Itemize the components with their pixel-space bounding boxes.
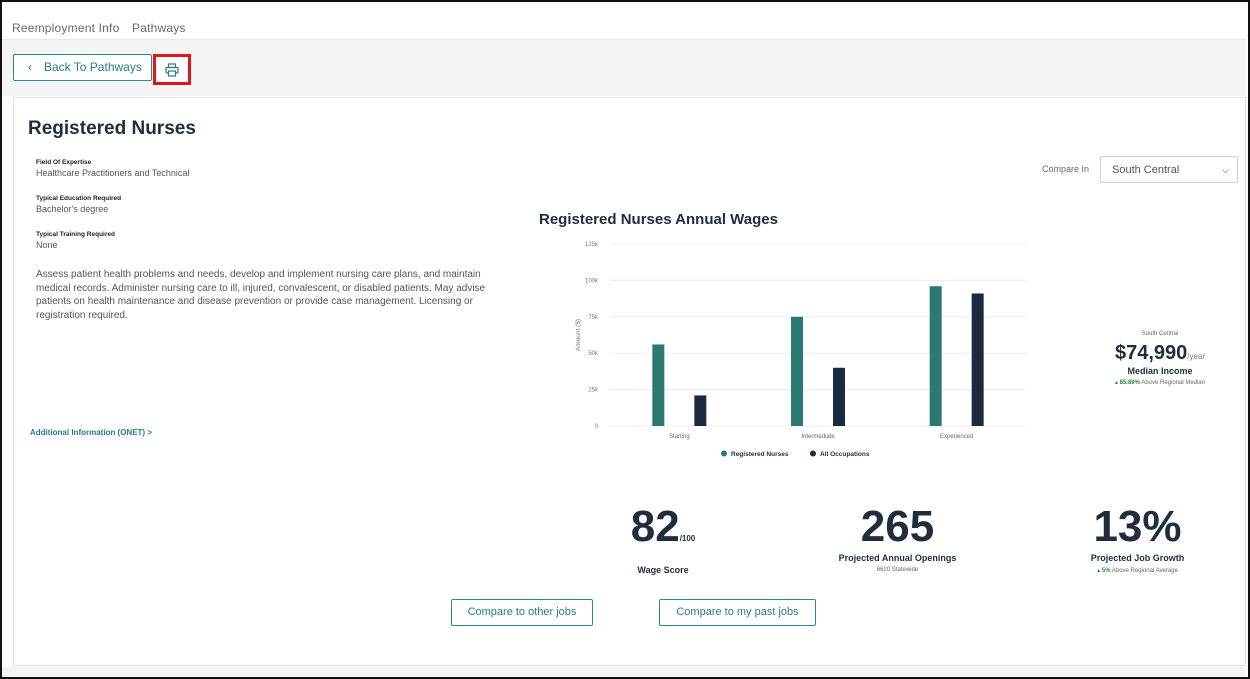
median-income-note: ▴ 85.89% Above Regional Median (1080, 379, 1240, 386)
annual-openings-note: 6620 Statewide (876, 567, 919, 573)
legend-marker (721, 450, 727, 457)
x-tick-label: Experienced (940, 434, 973, 440)
y-tick-label: 100k (585, 278, 599, 284)
back-to-pathways-button[interactable]: ‹ Back To Pathways (13, 54, 152, 81)
chevron-left-icon: ‹ (28, 60, 32, 74)
annual-openings-stat: 265 Projected Annual Openings 6620 State… (790, 502, 1005, 574)
nav-pathways[interactable]: Pathways (132, 21, 186, 35)
annual-openings-value: 265 (860, 502, 935, 551)
bar-all-occupations (833, 367, 845, 426)
legend-label: Registered Nurses (731, 451, 789, 458)
wage-score-big: 82/100 (578, 505, 748, 561)
bar-all-occupations (971, 293, 984, 426)
annual-openings-label: Projected Annual Openings (838, 553, 957, 563)
chevron-down-icon: ⌵ (1222, 165, 1229, 175)
chart-title: Registered Nurses Annual Wages (539, 211, 778, 228)
x-tick-label: Intermediate (801, 434, 835, 440)
printer-icon (165, 63, 179, 77)
education-label: Typical Education Required (36, 195, 122, 202)
bar-registered-nurses (652, 344, 665, 426)
job-growth-value: 13% (1093, 502, 1182, 551)
wage-chart: 0 25k 50k 75k 100k 125k Amount ($) Starting Inte… (575, 242, 1026, 458)
y-tick-label: 25k (588, 388, 599, 394)
bar-all-occupations (694, 395, 707, 426)
compare-past-jobs-button[interactable]: Compare to my past jobs (659, 599, 816, 626)
field-of-expertise-label: Field Of Expertise (36, 159, 92, 166)
legend-marker (810, 450, 816, 457)
region-select[interactable]: South Central ⌵ (1100, 156, 1238, 183)
wage-score-value: 82 (630, 502, 680, 551)
up-arrow-icon: ▴ (1114, 380, 1118, 386)
bar-registered-nurses (929, 286, 942, 426)
job-growth-delta: 5% (1101, 568, 1111, 574)
occupation-description: Assess patient health problems and needs… (36, 269, 486, 321)
job-growth-note: ▴ 5% Above Regional Average (1050, 567, 1225, 574)
median-income-delta-text: Above Regional Median (1141, 380, 1206, 386)
wage-score-suffix: /100 (679, 534, 696, 543)
wage-score-stat: 82/100 Wage Score (578, 505, 748, 576)
y-tick-label: 125k (585, 242, 599, 248)
x-tick-label: Starting (669, 434, 690, 440)
median-income-amount: $74,990 (1114, 342, 1188, 364)
job-growth-label: Projected Job Growth (1090, 553, 1185, 563)
median-income-period: /year (1187, 352, 1206, 361)
median-income-value: $74,990/year (1080, 342, 1240, 365)
wage-score-label: Wage Score (637, 565, 689, 575)
median-income-region: South Central (1141, 331, 1179, 337)
y-axis-label: Amount ($) (575, 319, 582, 351)
page-title: Registered Nurses (28, 118, 196, 139)
job-growth-delta-text: Above Regional Average (1111, 568, 1178, 574)
education-value: Bachelor's degree (36, 204, 109, 214)
print-button[interactable] (153, 54, 191, 85)
y-tick-label: 0 (595, 424, 599, 430)
training-label: Typical Training Required (36, 231, 115, 238)
additional-info-link[interactable]: Additional Information (ONET) > (30, 428, 152, 437)
median-income-delta: 85.89% (1119, 380, 1140, 386)
y-tick-label: 75k (588, 315, 599, 321)
bar-registered-nurses (791, 316, 803, 426)
top-navigation: Reemployment Info Pathways (2, 2, 1246, 40)
training-value: None (36, 240, 58, 250)
compare-in-label: Compare In (1042, 164, 1090, 174)
field-of-expertise-value: Healthcare Practitioners and Technical (36, 168, 190, 178)
bottom-strip (2, 667, 1246, 677)
y-tick-label: 50k (588, 351, 599, 357)
region-select-value: South Central (1112, 164, 1180, 176)
job-growth-stat: 13% Projected Job Growth ▴ 5% Above Regi… (1050, 502, 1225, 575)
nav-reemployment-info[interactable]: Reemployment Info (12, 21, 119, 35)
compare-other-jobs-button[interactable]: Compare to other jobs (451, 599, 593, 626)
up-arrow-icon: ▴ (1097, 568, 1101, 574)
back-button-label: Back To Pathways (44, 60, 142, 74)
legend-label: All Occupations (820, 451, 870, 458)
median-income-label: Median Income (1127, 366, 1193, 376)
